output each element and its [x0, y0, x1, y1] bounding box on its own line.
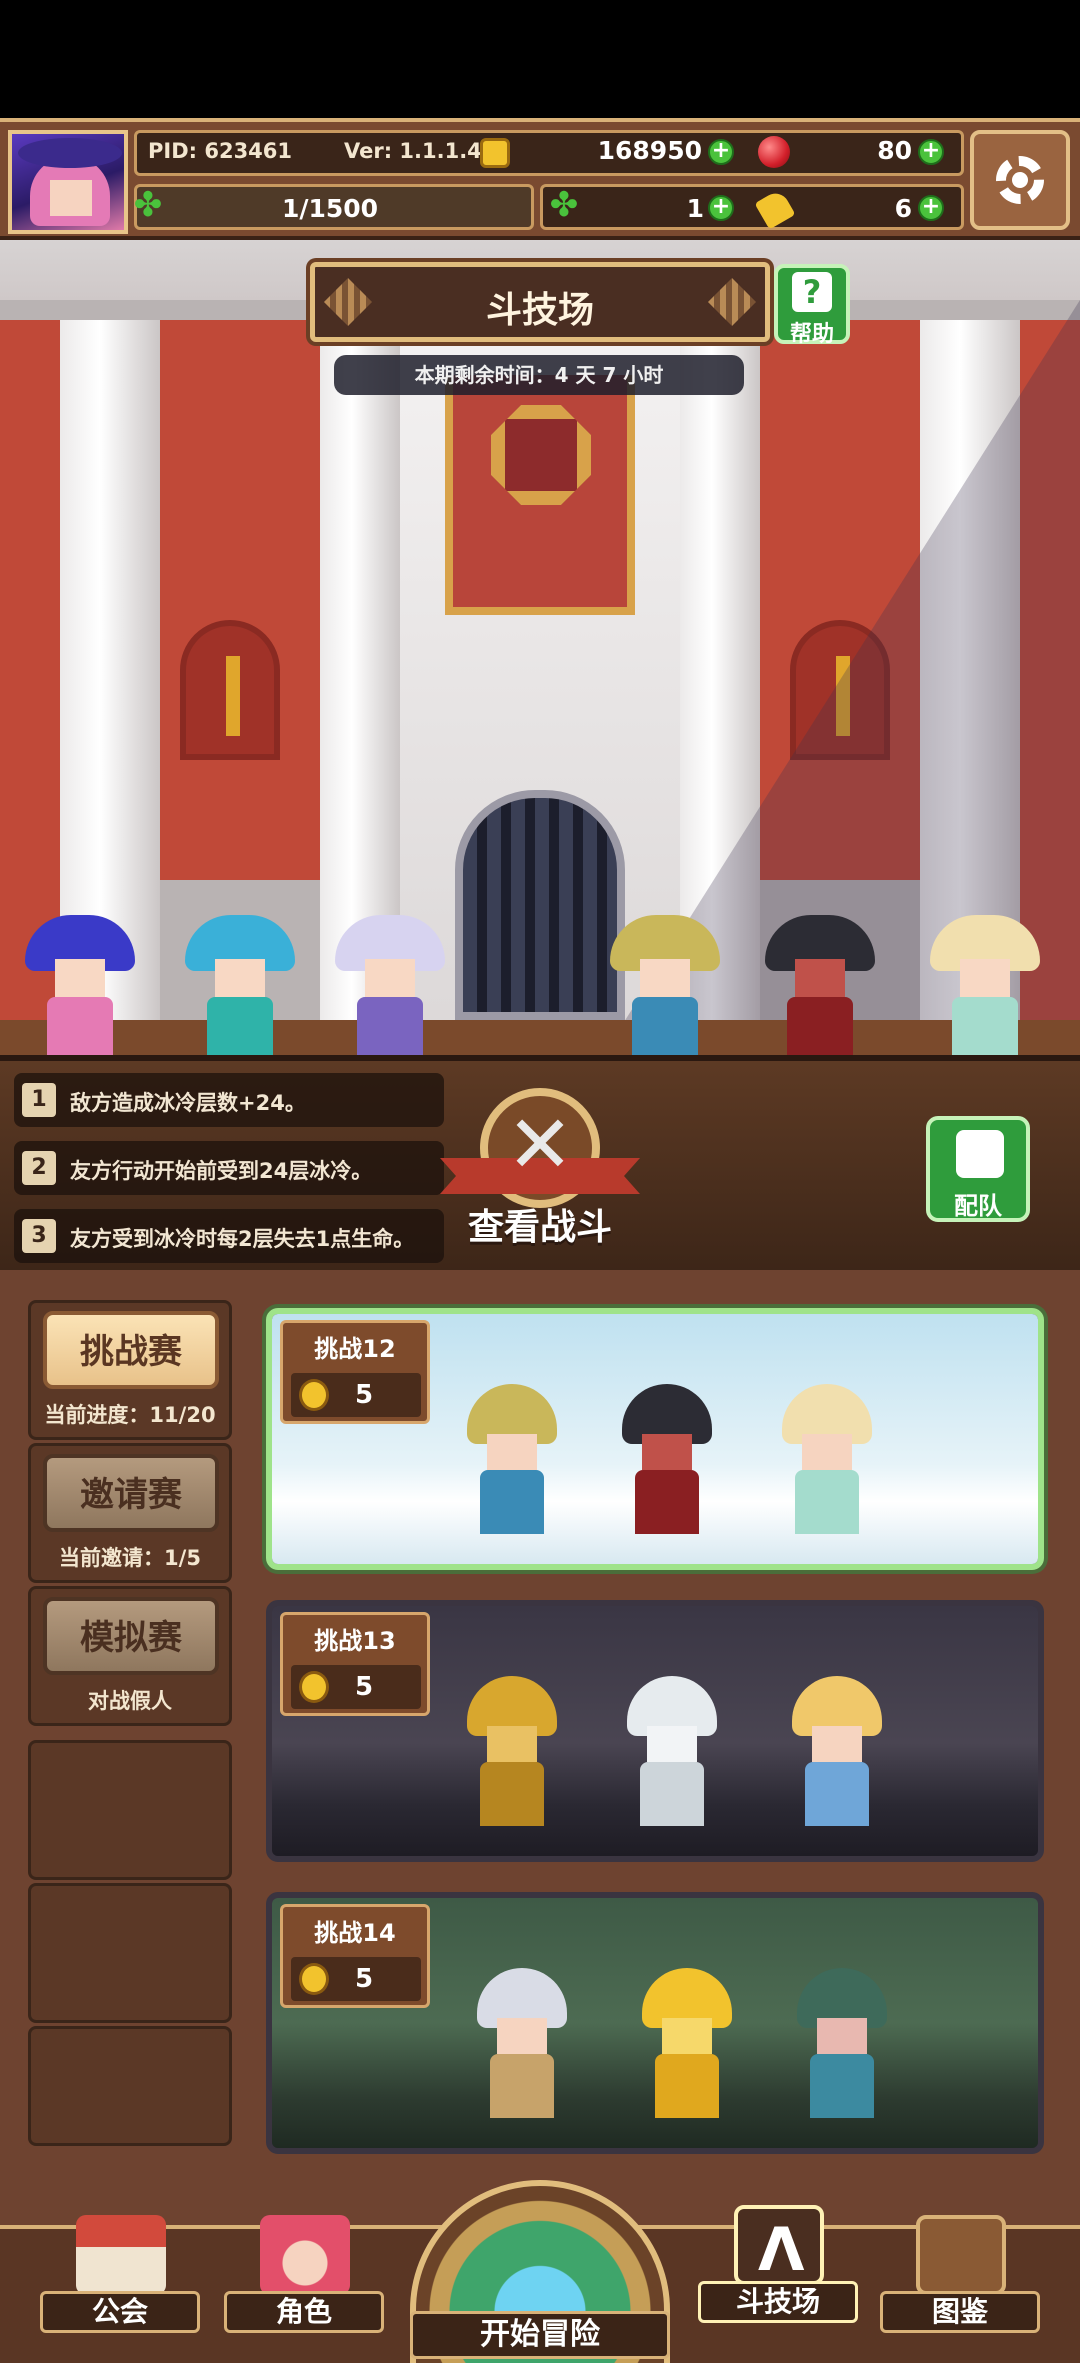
- game-version: Ver: 1.1.1.4: [344, 139, 482, 163]
- gear-icon: [996, 156, 1044, 204]
- settings-button[interactable]: [970, 130, 1070, 230]
- arena-gate: [455, 790, 625, 1020]
- question-mark-icon: ?: [792, 272, 832, 312]
- challenge-tag: 挑战13 5: [280, 1612, 430, 1716]
- mode-slot: 挑战赛 当前进度：11/20: [28, 1300, 232, 1440]
- nav-guild[interactable]: 公会: [40, 2215, 200, 2333]
- gold-coin-icon: [480, 138, 510, 168]
- ruby-icon: [758, 136, 790, 168]
- arena-title-plate: 斗技场: [310, 262, 770, 342]
- nav-guild-label: 公会: [40, 2291, 200, 2333]
- enemy-sprite: [792, 1968, 892, 2118]
- clover-icon: ✤: [549, 185, 579, 225]
- view-battle-button[interactable]: ✕ 查看战斗: [440, 1088, 640, 1248]
- nav-codex-label: 图鉴: [880, 2291, 1040, 2333]
- hero-sprite: [930, 915, 1040, 1055]
- view-battle-label: 查看战斗: [467, 1207, 612, 1248]
- challenge-title: 挑战14: [314, 1919, 396, 1947]
- player-avatar[interactable]: [8, 130, 128, 234]
- rule-text: 友方受到冰冷时每2层失去1点生命。: [70, 1227, 415, 1251]
- rule-index: 3: [22, 1219, 56, 1253]
- coin-icon: [299, 1379, 329, 1411]
- nav-character[interactable]: 角色: [224, 2215, 384, 2333]
- challenge-cost: 5: [355, 1380, 374, 1410]
- challenge-title: 挑战13: [314, 1627, 396, 1655]
- coin-icon: [299, 1963, 329, 1995]
- add-ruby-button[interactable]: +: [918, 139, 944, 165]
- mode-slot: 模拟赛 对战假人: [28, 1586, 232, 1726]
- hero-sprite: [185, 915, 295, 1055]
- coin-icon: [299, 1671, 329, 1703]
- enemy-sprite: [622, 1676, 722, 1826]
- stamina-clover-icon: ✤: [133, 185, 163, 225]
- mode-simulation-button[interactable]: 模拟赛: [43, 1597, 219, 1675]
- guild-house-icon: [76, 2215, 166, 2295]
- challenge-cost: 5: [355, 1964, 374, 1994]
- mode-list: 挑战赛 当前进度：11/20 邀请赛 当前邀请：1/5 模拟赛 对战假人: [28, 1300, 232, 2146]
- team-icon: [956, 1130, 1004, 1178]
- enemy-sprite: [472, 1968, 572, 2118]
- add-gold-button[interactable]: +: [708, 139, 734, 165]
- hero-sprite: [765, 915, 875, 1055]
- rule-item: 3 友方受到冰冷时每2层失去1点生命。: [14, 1209, 444, 1263]
- rule-index: 2: [22, 1151, 56, 1185]
- challenge-card[interactable]: 挑战12 5: [266, 1308, 1044, 1570]
- arena-banner: [445, 375, 635, 615]
- challenge-card[interactable]: 挑战13 5: [266, 1600, 1044, 1862]
- add-clover-button[interactable]: +: [708, 195, 734, 221]
- enemy-sprite: [462, 1384, 562, 1534]
- enemy-sprite: [462, 1676, 562, 1826]
- challenge-tag: 挑战14 5: [280, 1904, 430, 2008]
- arena-icon: Λ: [734, 2205, 824, 2285]
- season-timer: 本期剩余时间：4 天 7 小时: [334, 355, 744, 395]
- empty-slot: [28, 1740, 232, 1880]
- add-key-button[interactable]: +: [918, 195, 944, 221]
- challenge-card[interactable]: 挑战14 5: [266, 1892, 1044, 2154]
- book-icon: [916, 2215, 1006, 2295]
- enemy-sprite: [617, 1384, 717, 1534]
- crossed-swords-icon: ✕: [506, 1098, 574, 1191]
- nav-arena[interactable]: Λ 斗技场: [698, 2205, 858, 2323]
- status-bar: PID: 623461 Ver: 1.1.1.4 168950 + 80 + ✤…: [0, 118, 1080, 240]
- nav-start-adventure[interactable]: 开始冒险: [410, 2180, 670, 2363]
- clover-amount: 1: [686, 194, 704, 223]
- player-id: PID: 623461: [148, 139, 293, 163]
- team-setup-label: 配队: [954, 1192, 1002, 1220]
- mode-slot: 邀请赛 当前邀请：1/5: [28, 1443, 232, 1583]
- nav-arena-label: 斗技场: [698, 2281, 858, 2323]
- help-label: 帮助: [789, 322, 834, 347]
- team-setup-button[interactable]: 配队: [926, 1116, 1030, 1222]
- empty-slot: [28, 2026, 232, 2146]
- help-button[interactable]: ? 帮助: [774, 264, 850, 347]
- nav-character-label: 角色: [224, 2291, 384, 2333]
- enemy-sprite: [777, 1384, 877, 1534]
- empty-slot: [28, 1883, 232, 2023]
- ruby-amount: 80: [877, 136, 912, 165]
- rule-text: 友方行动开始前受到24层冰冷。: [70, 1159, 373, 1183]
- challenge-title: 挑战12: [314, 1335, 396, 1363]
- hero-sprite: [25, 915, 135, 1055]
- rule-text: 敌方造成冰冷层数+24。: [70, 1091, 306, 1115]
- nav-codex[interactable]: 图鉴: [880, 2215, 1040, 2333]
- mode-simulation-desc: 对战假人: [88, 1689, 172, 1713]
- stamina-value: 1/1500: [281, 194, 379, 223]
- mode-invite-button[interactable]: 邀请赛: [43, 1454, 219, 1532]
- challenge-cost: 5: [355, 1672, 374, 1702]
- rule-item: 1 敌方造成冰冷层数+24。: [14, 1073, 444, 1127]
- page-title: 斗技场: [485, 290, 594, 331]
- mode-progress: 当前进度：11/20: [44, 1403, 216, 1427]
- enemy-sprite: [637, 1968, 737, 2118]
- hero-sprite: [335, 915, 445, 1055]
- mode-challenge-button[interactable]: 挑战赛: [43, 1311, 219, 1389]
- gold-amount: 168950: [597, 136, 702, 165]
- character-icon: [260, 2215, 350, 2295]
- nav-adventure-label: 开始冒险: [410, 2311, 670, 2359]
- enemy-sprite: [787, 1676, 887, 1826]
- hero-sprite: [610, 915, 720, 1055]
- rule-item: 2 友方行动开始前受到24层冰冷。: [14, 1141, 444, 1195]
- key-amount: 6: [894, 194, 912, 223]
- rule-index: 1: [22, 1083, 56, 1117]
- mode-invite-count: 当前邀请：1/5: [59, 1546, 201, 1570]
- challenge-tag: 挑战12 5: [280, 1320, 430, 1424]
